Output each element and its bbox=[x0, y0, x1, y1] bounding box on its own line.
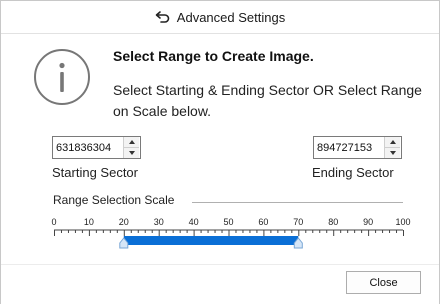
arrow-down-icon bbox=[389, 151, 396, 155]
starting-sector-spin-buttons bbox=[123, 137, 139, 158]
ending-sector-input[interactable] bbox=[314, 137, 384, 158]
scale-divider bbox=[192, 202, 403, 203]
ending-sector-spin-buttons bbox=[384, 137, 400, 158]
ending-sector-spinbox[interactable] bbox=[313, 136, 402, 159]
scale-tick-label: 90 bbox=[363, 217, 373, 227]
scale-tick-label: 50 bbox=[223, 217, 233, 227]
scale-tick-label: 10 bbox=[84, 217, 94, 227]
arrow-down-icon bbox=[128, 151, 135, 155]
ending-sector-decrement-button[interactable] bbox=[385, 148, 400, 158]
window-title: Advanced Settings bbox=[176, 9, 286, 25]
scale-tick-label: 30 bbox=[154, 217, 164, 227]
starting-sector-input[interactable] bbox=[53, 137, 123, 158]
scale-tick-label: 70 bbox=[293, 217, 303, 227]
ending-sector-label: Ending Sector bbox=[312, 165, 394, 180]
title-wrap: Advanced Settings bbox=[155, 10, 285, 25]
dialog-description: Select Starting & Ending Sector OR Selec… bbox=[113, 82, 422, 119]
title-bar: Advanced Settings bbox=[1, 1, 439, 34]
ending-sector-increment-button[interactable] bbox=[385, 137, 400, 148]
scale-tick-label: 40 bbox=[189, 217, 199, 227]
scale-tick-label: 20 bbox=[119, 217, 129, 227]
selected-range-bar[interactable] bbox=[123, 236, 299, 245]
scale-tick-label: 60 bbox=[258, 217, 268, 227]
info-icon bbox=[34, 49, 90, 105]
starting-sector-label: Starting Sector bbox=[52, 165, 138, 180]
starting-sector-decrement-button[interactable] bbox=[124, 148, 139, 158]
advanced-settings-window: Advanced Settings Select Range to Create… bbox=[0, 0, 440, 304]
back-arrow-icon[interactable] bbox=[155, 10, 171, 24]
arrow-up-icon bbox=[128, 140, 135, 144]
starting-sector-increment-button[interactable] bbox=[124, 137, 139, 148]
scale-tick-label: 100 bbox=[395, 217, 410, 227]
scale-tick-label: 0 bbox=[51, 217, 56, 227]
range-scale-label: Range Selection Scale bbox=[53, 193, 175, 207]
close-button[interactable]: Close bbox=[346, 271, 421, 294]
dialog-heading: Select Range to Create Image. bbox=[113, 48, 314, 64]
starting-sector-spinbox[interactable] bbox=[52, 136, 141, 159]
range-selection-scale[interactable]: 0 10 20 30 40 50 60 70 80 90 100 bbox=[46, 211, 411, 261]
scale-tick-label: 80 bbox=[328, 217, 338, 227]
arrow-up-icon bbox=[389, 140, 396, 144]
